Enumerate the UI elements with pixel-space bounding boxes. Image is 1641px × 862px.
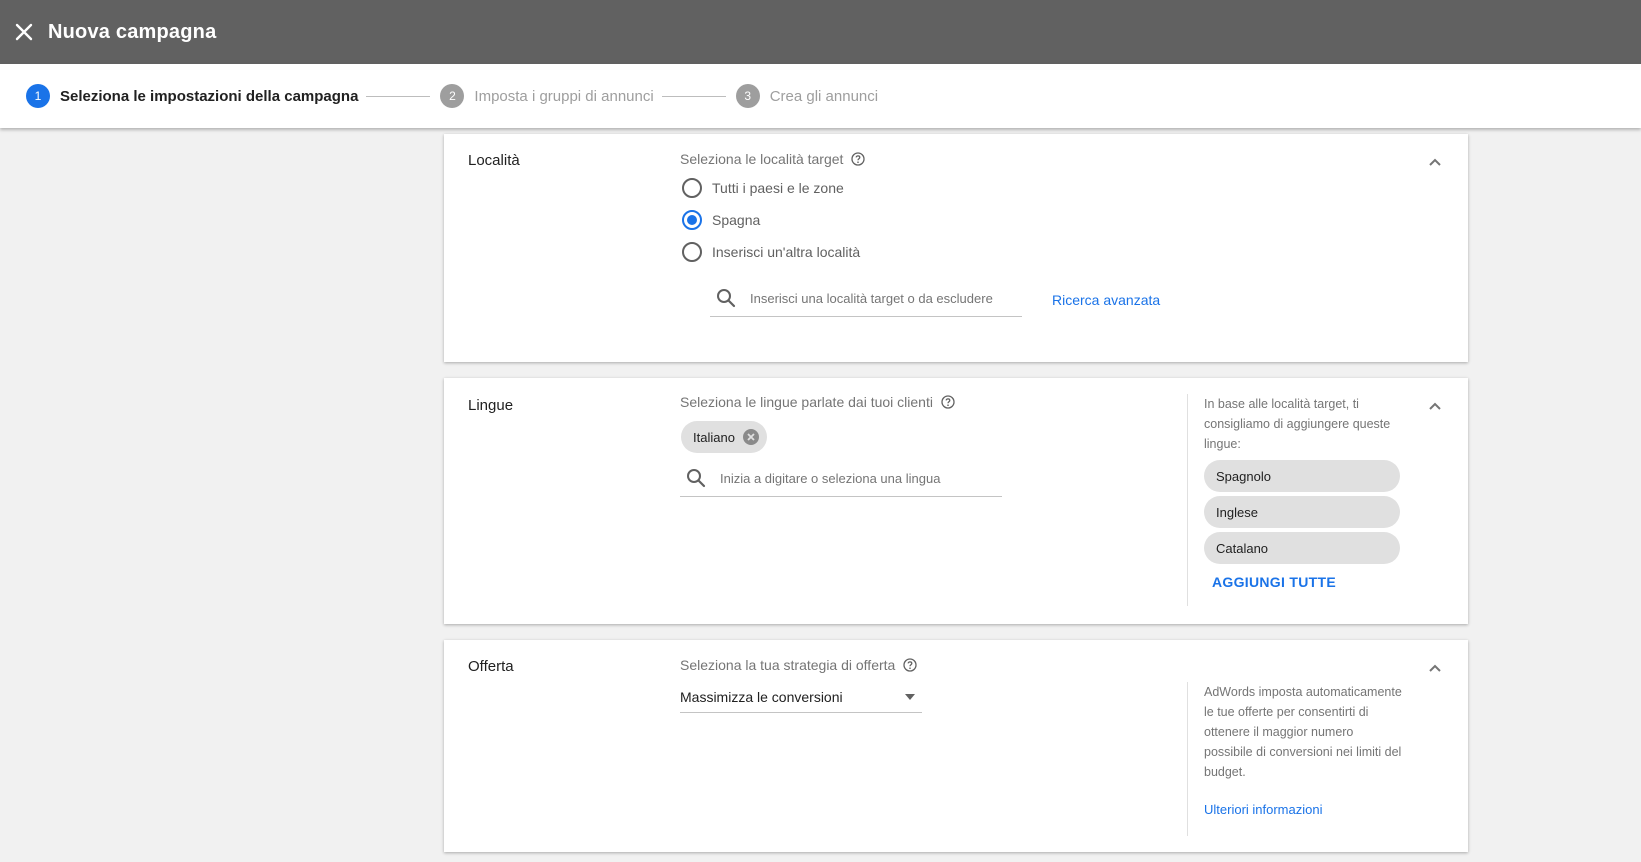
locations-label-text: Seleziona le località target — [680, 151, 844, 167]
step-label: Imposta i gruppi di annunci — [474, 87, 654, 105]
locations-card: Località Seleziona le località target Tu… — [444, 134, 1468, 362]
bidding-label: Seleziona la tua strategia di offerta — [680, 657, 917, 673]
bidding-label-text: Seleziona la tua strategia di offerta — [680, 657, 896, 673]
languages-card: Lingue Seleziona le lingue parlate dai t… — [444, 378, 1468, 624]
dropdown-arrow-icon — [904, 693, 916, 701]
help-icon[interactable] — [851, 152, 866, 166]
languages-title: Lingue — [468, 397, 514, 414]
step-number: 1 — [26, 84, 50, 108]
bidding-info-text: AdWords imposta automaticamente le tue o… — [1204, 685, 1402, 779]
step-label: Crea gli annunci — [769, 87, 879, 105]
app-header: Nuova campagna — [0, 0, 1641, 64]
step-connector — [661, 95, 726, 97]
location-search-input[interactable] — [748, 289, 1022, 307]
locations-label: Seleziona le località target — [680, 151, 866, 167]
radio-button[interactable] — [682, 178, 702, 198]
step-campaign-settings[interactable]: 1 Seleziona le impostazioni della campag… — [26, 84, 358, 108]
bid-strategy-select[interactable]: Massimizza le conversioni — [680, 682, 922, 713]
more-info-link[interactable]: Ulteriori informazioni — [1204, 802, 1322, 817]
bid-strategy-value: Massimizza le conversioni — [680, 689, 843, 705]
language-suggestions-panel: In base alle località target, ti consigl… — [1187, 394, 1418, 606]
help-icon[interactable] — [903, 658, 917, 672]
suggestion-chip-catalano[interactable]: Catalano — [1204, 532, 1400, 564]
radio-label: Inserisci un'altra località — [712, 244, 861, 260]
language-chip-italiano: Italiano — [681, 421, 767, 453]
bidding-card: Offerta Seleziona la tua strategia di of… — [444, 640, 1468, 852]
remove-chip-icon[interactable] — [742, 429, 759, 445]
page-title: Nuova campagna — [48, 20, 217, 43]
step-number: 3 — [735, 84, 760, 108]
search-icon — [686, 468, 706, 488]
step-ad-groups[interactable]: 2 Imposta i gruppi di annunci — [440, 84, 654, 108]
chip-label: Italiano — [693, 429, 735, 445]
radio-label: Tutti i paesi e le zone — [712, 180, 844, 196]
suggestion-chip-spagnolo[interactable]: Spagnolo — [1204, 460, 1400, 492]
bidding-info-panel: AdWords imposta automaticamente le tue o… — [1187, 682, 1418, 836]
step-label: Seleziona le impostazioni della campagna — [60, 87, 359, 105]
close-icon[interactable] — [12, 20, 36, 44]
radio-button[interactable] — [682, 242, 702, 262]
radio-spain[interactable]: Spagna — [682, 210, 760, 230]
language-search-input[interactable] — [718, 469, 1002, 487]
help-icon[interactable] — [941, 395, 955, 409]
chevron-up-icon[interactable] — [1428, 154, 1442, 172]
radio-other-location[interactable]: Inserisci un'altra località — [682, 242, 860, 262]
suggestion-text: In base alle località target, ti consigl… — [1204, 397, 1391, 451]
add-all-button[interactable]: AGGIUNGI TUTTE — [1212, 574, 1336, 590]
chevron-up-icon[interactable] — [1428, 660, 1442, 678]
step-number: 2 — [440, 84, 465, 108]
locations-title: Località — [468, 152, 520, 169]
chevron-up-icon[interactable] — [1428, 398, 1442, 416]
search-icon — [716, 288, 736, 308]
bidding-title: Offerta — [468, 658, 514, 675]
step-connector — [366, 95, 431, 97]
radio-label: Spagna — [712, 212, 761, 228]
languages-label: Seleziona le lingue parlate dai tuoi cli… — [680, 394, 955, 410]
advanced-search-link[interactable]: Ricerca avanzata — [1052, 292, 1160, 308]
languages-label-text: Seleziona le lingue parlate dai tuoi cli… — [680, 394, 933, 410]
location-search-field[interactable] — [710, 280, 1022, 317]
suggestion-chip-inglese[interactable]: Inglese — [1204, 496, 1400, 528]
radio-button[interactable] — [682, 210, 702, 230]
step-create-ads[interactable]: 3 Crea gli annunci — [735, 84, 879, 108]
language-search-field[interactable] — [680, 460, 1002, 497]
radio-all-countries[interactable]: Tutti i paesi e le zone — [682, 178, 844, 198]
campaign-stepper: 1 Seleziona le impostazioni della campag… — [0, 64, 1641, 128]
